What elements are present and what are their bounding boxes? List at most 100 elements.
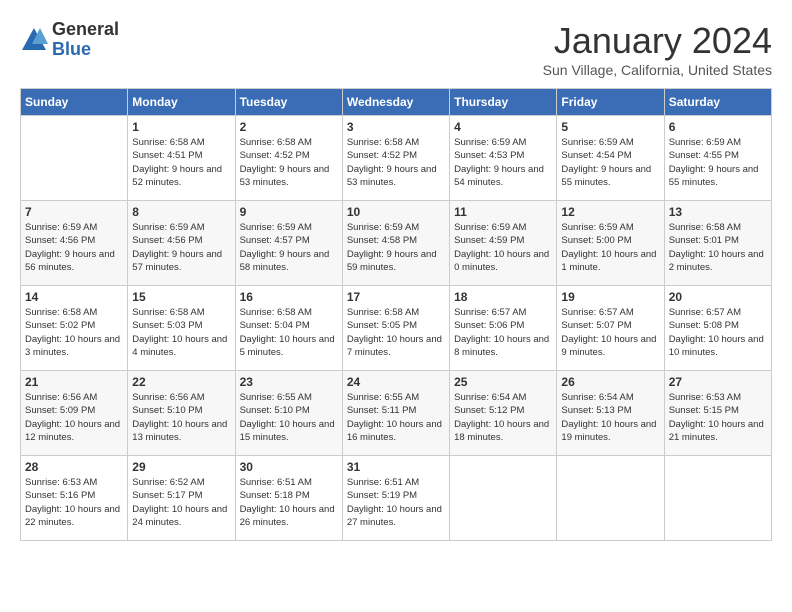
cell-detail: Sunrise: 6:51 AMSunset: 5:19 PMDaylight:…	[347, 476, 445, 529]
cell-detail: Sunrise: 6:59 AMSunset: 4:57 PMDaylight:…	[240, 221, 338, 274]
cell-w2-d6: 13 Sunrise: 6:58 AMSunset: 5:01 PMDaylig…	[664, 201, 771, 286]
cell-w1-d2: 2 Sunrise: 6:58 AMSunset: 4:52 PMDayligh…	[235, 116, 342, 201]
header-row: Sunday Monday Tuesday Wednesday Thursday…	[21, 89, 772, 116]
cell-detail: Sunrise: 6:59 AMSunset: 4:58 PMDaylight:…	[347, 221, 445, 274]
day-number: 12	[561, 205, 659, 219]
day-number: 8	[132, 205, 230, 219]
cell-w5-d0: 28 Sunrise: 6:53 AMSunset: 5:16 PMDaylig…	[21, 456, 128, 541]
day-number: 25	[454, 375, 552, 389]
cell-detail: Sunrise: 6:59 AMSunset: 4:55 PMDaylight:…	[669, 136, 767, 189]
day-number: 18	[454, 290, 552, 304]
cell-detail: Sunrise: 6:56 AMSunset: 5:10 PMDaylight:…	[132, 391, 230, 444]
month-title: January 2024	[543, 20, 772, 62]
week-row-3: 14 Sunrise: 6:58 AMSunset: 5:02 PMDaylig…	[21, 286, 772, 371]
location-subtitle: Sun Village, California, United States	[543, 62, 772, 78]
cell-detail: Sunrise: 6:54 AMSunset: 5:13 PMDaylight:…	[561, 391, 659, 444]
day-number: 9	[240, 205, 338, 219]
header-monday: Monday	[128, 89, 235, 116]
cell-w1-d1: 1 Sunrise: 6:58 AMSunset: 4:51 PMDayligh…	[128, 116, 235, 201]
day-number: 7	[25, 205, 123, 219]
day-number: 1	[132, 120, 230, 134]
logo-blue: Blue	[52, 40, 119, 60]
day-number: 4	[454, 120, 552, 134]
cell-w2-d0: 7 Sunrise: 6:59 AMSunset: 4:56 PMDayligh…	[21, 201, 128, 286]
cell-detail: Sunrise: 6:54 AMSunset: 5:12 PMDaylight:…	[454, 391, 552, 444]
day-number: 14	[25, 290, 123, 304]
cell-detail: Sunrise: 6:58 AMSunset: 5:01 PMDaylight:…	[669, 221, 767, 274]
day-number: 10	[347, 205, 445, 219]
day-number: 21	[25, 375, 123, 389]
cell-detail: Sunrise: 6:57 AMSunset: 5:07 PMDaylight:…	[561, 306, 659, 359]
cell-w4-d6: 27 Sunrise: 6:53 AMSunset: 5:15 PMDaylig…	[664, 371, 771, 456]
day-number: 29	[132, 460, 230, 474]
header-saturday: Saturday	[664, 89, 771, 116]
day-number: 27	[669, 375, 767, 389]
day-number: 6	[669, 120, 767, 134]
cell-w5-d1: 29 Sunrise: 6:52 AMSunset: 5:17 PMDaylig…	[128, 456, 235, 541]
logo-text: General Blue	[52, 20, 119, 60]
day-number: 3	[347, 120, 445, 134]
day-number: 30	[240, 460, 338, 474]
cell-detail: Sunrise: 6:59 AMSunset: 4:56 PMDaylight:…	[25, 221, 123, 274]
cell-w4-d5: 26 Sunrise: 6:54 AMSunset: 5:13 PMDaylig…	[557, 371, 664, 456]
cell-detail: Sunrise: 6:58 AMSunset: 5:05 PMDaylight:…	[347, 306, 445, 359]
cell-w3-d4: 18 Sunrise: 6:57 AMSunset: 5:06 PMDaylig…	[450, 286, 557, 371]
day-number: 13	[669, 205, 767, 219]
cell-w5-d4	[450, 456, 557, 541]
cell-w1-d3: 3 Sunrise: 6:58 AMSunset: 4:52 PMDayligh…	[342, 116, 449, 201]
logo-general: General	[52, 20, 119, 40]
cell-w4-d1: 22 Sunrise: 6:56 AMSunset: 5:10 PMDaylig…	[128, 371, 235, 456]
week-row-4: 21 Sunrise: 6:56 AMSunset: 5:09 PMDaylig…	[21, 371, 772, 456]
cell-w3-d5: 19 Sunrise: 6:57 AMSunset: 5:07 PMDaylig…	[557, 286, 664, 371]
cell-w1-d0	[21, 116, 128, 201]
cell-detail: Sunrise: 6:59 AMSunset: 4:54 PMDaylight:…	[561, 136, 659, 189]
header-sunday: Sunday	[21, 89, 128, 116]
day-number: 31	[347, 460, 445, 474]
cell-detail: Sunrise: 6:58 AMSunset: 4:51 PMDaylight:…	[132, 136, 230, 189]
cell-w2-d2: 9 Sunrise: 6:59 AMSunset: 4:57 PMDayligh…	[235, 201, 342, 286]
cell-w3-d3: 17 Sunrise: 6:58 AMSunset: 5:05 PMDaylig…	[342, 286, 449, 371]
cell-w3-d2: 16 Sunrise: 6:58 AMSunset: 5:04 PMDaylig…	[235, 286, 342, 371]
cell-detail: Sunrise: 6:59 AMSunset: 5:00 PMDaylight:…	[561, 221, 659, 274]
cell-detail: Sunrise: 6:55 AMSunset: 5:10 PMDaylight:…	[240, 391, 338, 444]
day-number: 11	[454, 205, 552, 219]
day-number: 16	[240, 290, 338, 304]
day-number: 5	[561, 120, 659, 134]
cell-w1-d4: 4 Sunrise: 6:59 AMSunset: 4:53 PMDayligh…	[450, 116, 557, 201]
cell-detail: Sunrise: 6:52 AMSunset: 5:17 PMDaylight:…	[132, 476, 230, 529]
cell-detail: Sunrise: 6:57 AMSunset: 5:08 PMDaylight:…	[669, 306, 767, 359]
cell-w1-d5: 5 Sunrise: 6:59 AMSunset: 4:54 PMDayligh…	[557, 116, 664, 201]
cell-w1-d6: 6 Sunrise: 6:59 AMSunset: 4:55 PMDayligh…	[664, 116, 771, 201]
day-number: 24	[347, 375, 445, 389]
cell-detail: Sunrise: 6:58 AMSunset: 5:04 PMDaylight:…	[240, 306, 338, 359]
day-number: 15	[132, 290, 230, 304]
cell-w4-d0: 21 Sunrise: 6:56 AMSunset: 5:09 PMDaylig…	[21, 371, 128, 456]
header-wednesday: Wednesday	[342, 89, 449, 116]
day-number: 22	[132, 375, 230, 389]
day-number: 26	[561, 375, 659, 389]
cell-detail: Sunrise: 6:58 AMSunset: 5:03 PMDaylight:…	[132, 306, 230, 359]
cell-detail: Sunrise: 6:58 AMSunset: 4:52 PMDaylight:…	[347, 136, 445, 189]
day-number: 19	[561, 290, 659, 304]
cell-detail: Sunrise: 6:56 AMSunset: 5:09 PMDaylight:…	[25, 391, 123, 444]
day-number: 17	[347, 290, 445, 304]
day-number: 2	[240, 120, 338, 134]
day-number: 28	[25, 460, 123, 474]
header-tuesday: Tuesday	[235, 89, 342, 116]
cell-w4-d2: 23 Sunrise: 6:55 AMSunset: 5:10 PMDaylig…	[235, 371, 342, 456]
cell-w3-d6: 20 Sunrise: 6:57 AMSunset: 5:08 PMDaylig…	[664, 286, 771, 371]
header-friday: Friday	[557, 89, 664, 116]
cell-detail: Sunrise: 6:53 AMSunset: 5:16 PMDaylight:…	[25, 476, 123, 529]
week-row-2: 7 Sunrise: 6:59 AMSunset: 4:56 PMDayligh…	[21, 201, 772, 286]
calendar-table: Sunday Monday Tuesday Wednesday Thursday…	[20, 88, 772, 541]
cell-w5-d2: 30 Sunrise: 6:51 AMSunset: 5:18 PMDaylig…	[235, 456, 342, 541]
logo: General Blue	[20, 20, 119, 60]
cell-detail: Sunrise: 6:55 AMSunset: 5:11 PMDaylight:…	[347, 391, 445, 444]
cell-detail: Sunrise: 6:59 AMSunset: 4:53 PMDaylight:…	[454, 136, 552, 189]
cell-detail: Sunrise: 6:59 AMSunset: 4:59 PMDaylight:…	[454, 221, 552, 274]
cell-detail: Sunrise: 6:57 AMSunset: 5:06 PMDaylight:…	[454, 306, 552, 359]
header-thursday: Thursday	[450, 89, 557, 116]
cell-w3-d0: 14 Sunrise: 6:58 AMSunset: 5:02 PMDaylig…	[21, 286, 128, 371]
cell-w2-d3: 10 Sunrise: 6:59 AMSunset: 4:58 PMDaylig…	[342, 201, 449, 286]
cell-w2-d1: 8 Sunrise: 6:59 AMSunset: 4:56 PMDayligh…	[128, 201, 235, 286]
